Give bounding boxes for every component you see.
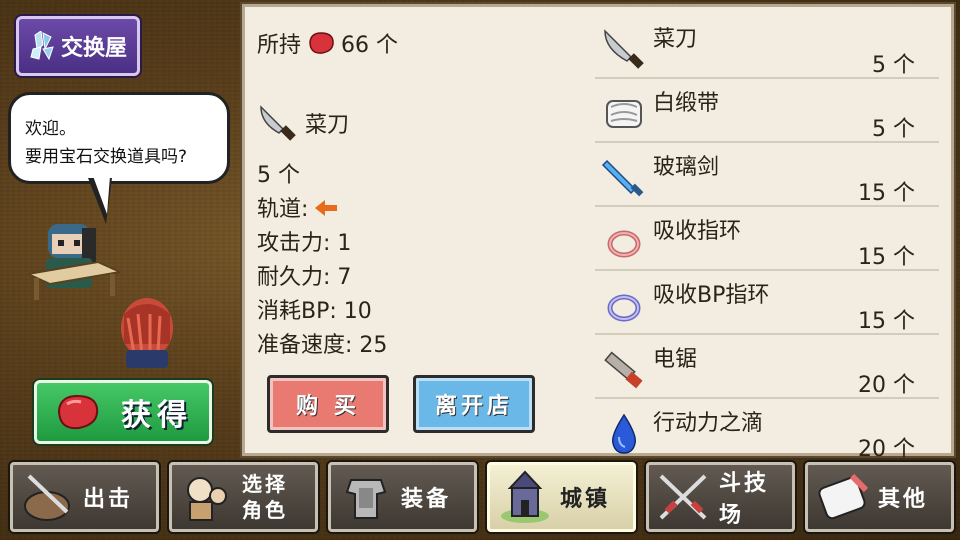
player-character-sprite [121, 298, 173, 368]
buy-button[interactable]: 购 买 [267, 375, 389, 433]
nav-sortie[interactable]: 出击 [10, 462, 159, 532]
item-name: 吸收指环 [653, 219, 742, 244]
track-label: 轨道: [257, 197, 309, 222]
item-name: 玻璃剑 [653, 155, 720, 180]
item-detail: 所持 66 个 菜刀 5 个 轨道: 攻击力: 1 耐久力: 7 消耗BP: 1… [257, 23, 587, 363]
nav-label: 出击 [83, 487, 134, 512]
list-item-glass-sword[interactable]: 玻璃剑 15 个 [595, 143, 939, 207]
item-name: 电锯 [653, 347, 698, 372]
kitchen-knife-icon [260, 105, 296, 141]
shop-title-button[interactable]: 交换屋 [16, 16, 140, 76]
owned-value: 66 个 [341, 33, 399, 58]
selected-item-name: 菜刀 [305, 113, 350, 138]
list-item-chainsaw[interactable]: 电锯 20 个 [595, 335, 939, 399]
red-gem-icon [309, 32, 334, 54]
red-ring-icon [607, 230, 641, 258]
selected-item-header: 菜刀 [257, 99, 587, 147]
shop-title-label: 交换屋 [60, 36, 127, 61]
nav-label: 选择 角色 [242, 471, 288, 523]
left-arrow-icon [315, 200, 338, 216]
item-price: 15 个 [858, 181, 915, 206]
list-item-absorb-bp-ring[interactable]: 吸收BP指环 15 个 [595, 271, 939, 335]
item-name: 菜刀 [653, 27, 698, 52]
greeting-line-1: 欢迎。 [25, 119, 76, 139]
prep-speed-stat: 准备速度: 25 [257, 333, 388, 358]
greeting-line-2: 要用宝石交换道具吗? [25, 147, 188, 167]
character-select-icon [187, 477, 227, 521]
town-icon [501, 470, 549, 523]
nav-label: 装备 [401, 487, 452, 512]
owned-gems: 所持 66 个 [257, 23, 587, 63]
item-name: 吸收BP指环 [653, 283, 770, 308]
bottom-nav: 出击 选择 角色 装备 城镇 斗技场 其他 [10, 462, 954, 536]
nav-label-line2: 角色 [242, 498, 288, 522]
list-item-action-drop[interactable]: 行动力之滴 20 个 [595, 399, 939, 463]
nav-label: 斗技场 [719, 471, 770, 528]
item-price: 20 个 [858, 373, 915, 398]
nav-label-line1: 选择 [242, 472, 288, 496]
chainsaw-icon [604, 351, 643, 389]
nav-town[interactable]: 城镇 [487, 462, 636, 532]
item-track: 轨道: [257, 193, 587, 227]
get-button-label: 获得 [121, 398, 193, 433]
owned-label: 所持 [257, 33, 302, 58]
item-price: 15 个 [858, 245, 915, 270]
crystal-shop-icon [30, 31, 54, 61]
arena-swords-icon [659, 474, 707, 520]
list-item-white-ribbon[interactable]: 白缎带 5 个 [595, 79, 939, 143]
attack-stat: 攻击力: 1 [257, 231, 352, 256]
item-price: 5 个 [872, 117, 915, 142]
nav-label: 其他 [878, 487, 929, 512]
item-name: 行动力之滴 [653, 411, 764, 436]
red-gem-icon [57, 394, 99, 430]
nav-character-select[interactable]: 选择 角色 [169, 462, 318, 532]
shop-panel: 所持 66 个 菜刀 5 个 轨道: 攻击力: 1 耐久力: 7 消耗BP: 1… [242, 4, 954, 462]
white-ribbon-icon [606, 100, 642, 128]
item-quantity: 5 个 [257, 163, 300, 188]
list-item-absorb-ring[interactable]: 吸收指环 15 个 [595, 207, 939, 271]
other-icon [818, 473, 869, 520]
item-stats: 5 个 轨道: 攻击力: 1 耐久力: 7 消耗BP: 10 准备速度: 25 [257, 159, 587, 363]
armor-icon [345, 479, 387, 519]
nav-other[interactable]: 其他 [805, 462, 954, 532]
bp-cost-stat: 消耗BP: 10 [257, 299, 372, 324]
npc-speech-bubble: 欢迎。 要用宝石交换道具吗? [8, 92, 230, 184]
item-price: 20 个 [858, 437, 915, 462]
durability-stat: 耐久力: 7 [257, 265, 352, 290]
sortie-icon [24, 474, 70, 521]
item-list: 菜刀 5 个 白缎带 5 个 玻璃剑 15 个 吸收指环 15 个 吸收BP指环… [595, 15, 939, 463]
speech-bubble-tail [88, 176, 112, 224]
get-button[interactable]: 获得 [34, 380, 212, 444]
nav-arena[interactable]: 斗技场 [646, 462, 795, 532]
nav-equipment[interactable]: 装备 [328, 462, 477, 532]
leave-shop-button[interactable]: 离开店 [413, 375, 535, 433]
item-price: 5 个 [872, 53, 915, 78]
item-name: 白缎带 [653, 91, 720, 116]
shop-counter-sprite [28, 262, 120, 300]
item-price: 15 个 [858, 309, 915, 334]
kitchen-knife-icon [604, 29, 644, 69]
blue-drop-icon [611, 413, 637, 454]
list-item-kitchen-knife[interactable]: 菜刀 5 个 [595, 15, 939, 79]
glass-sword-icon [601, 159, 644, 197]
nav-label: 城镇 [560, 487, 611, 512]
blue-ring-icon [607, 294, 641, 322]
